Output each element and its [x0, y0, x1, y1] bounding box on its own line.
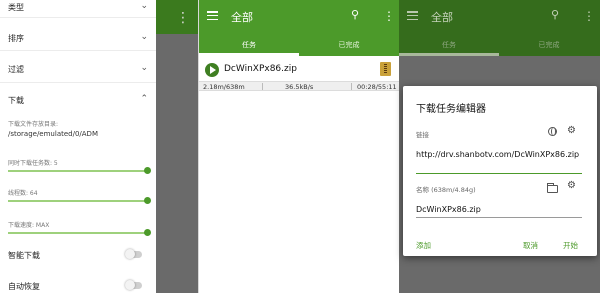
settings-sheet: 类型 ⌄ 排序 ⌄ 过滤 ⌄ 下载 ⌃ 下载文件存放目录: /storage/e…	[0, 0, 156, 293]
editor-panel: 全部 ⚲ ⋮ 任务 已完成 下载任务编辑器 链接 ⚙ http://drv.sh…	[399, 0, 600, 293]
divider	[0, 50, 156, 51]
cancel-button[interactable]: 取消	[523, 240, 538, 251]
url-input-underline	[416, 173, 582, 174]
task-filename: DcWinXPx86.zip	[224, 64, 297, 74]
divider	[351, 83, 352, 90]
chevron-down-icon: ⌄	[140, 63, 148, 73]
tab-indicator	[399, 53, 499, 56]
start-button[interactable]: 开始	[563, 240, 578, 251]
settings-item-download[interactable]: 下载 ⌃	[8, 94, 150, 106]
search-icon[interactable]: ⚲	[351, 8, 359, 21]
more-vert-icon: ⋮	[583, 9, 595, 23]
divider	[0, 82, 156, 83]
filename-input[interactable]: DcWinXPx86.zip	[416, 205, 582, 215]
download-speed-slider[interactable]	[8, 229, 151, 236]
settings-item-type[interactable]: 类型 ⌄	[8, 1, 150, 13]
slider-thumb[interactable]	[144, 197, 151, 204]
task-time: 00:28/55:11	[357, 83, 397, 91]
url-input[interactable]: http://drv.shanbotv.com/DcWinXPx86.zip	[416, 150, 582, 160]
toggle-thumb	[125, 249, 135, 259]
task-speed: 36.5kB/s	[285, 83, 314, 91]
divider	[262, 83, 263, 90]
slider-thumb[interactable]	[144, 167, 151, 174]
toggle-thumb	[125, 280, 135, 290]
globe-icon[interactable]	[548, 127, 557, 136]
menu-icon[interactable]	[207, 11, 218, 21]
name-label: 名称 (638m/4.84g)	[416, 186, 476, 194]
concurrent-tasks-slider[interactable]	[8, 167, 151, 174]
more-vert-icon: ⋮	[176, 10, 190, 26]
gear-icon[interactable]: ⚙	[567, 125, 576, 136]
folder-icon[interactable]	[547, 183, 558, 193]
threads-slider[interactable]	[8, 197, 151, 204]
play-icon[interactable]	[205, 63, 219, 77]
tab-tasks[interactable]: 任务	[199, 40, 299, 50]
task-progress-bar: 2.18m/638m 36.5kB/s 00:28/55:11	[199, 81, 400, 91]
zip-archive-icon	[380, 62, 391, 76]
chevron-down-icon: ⌄	[140, 32, 148, 42]
tab-tasks: 任务	[442, 41, 456, 49]
settings-item-label: 过滤	[8, 65, 24, 74]
page-title: 全部	[231, 11, 253, 24]
list-item[interactable]: DcWinXPx86.zip 2.18m/638m 36.5kB/s 00:28…	[199, 58, 400, 96]
download-dir-label: 下载文件存放目录:	[8, 121, 59, 128]
tab-indicator	[199, 53, 299, 56]
search-icon: ⚲	[551, 8, 560, 21]
download-editor-dialog: 下载任务编辑器 链接 ⚙ http://drv.shanbotv.com/DcW…	[403, 86, 597, 256]
smart-download-toggle[interactable]	[125, 249, 142, 259]
slider-thumb[interactable]	[144, 229, 151, 236]
gear-icon[interactable]: ⚙	[567, 180, 576, 191]
auto-resume-toggle[interactable]	[125, 280, 142, 290]
download-dir-value[interactable]: /storage/emulated/0/ADM	[8, 130, 98, 138]
auto-resume-label: 自动恢复	[8, 282, 40, 291]
chevron-down-icon: ⌄	[140, 1, 148, 11]
more-vert-icon[interactable]: ⋮	[383, 9, 395, 23]
settings-item-label: 类型	[8, 3, 24, 12]
settings-item-label: 下载	[8, 96, 24, 105]
settings-item-label: 排序	[8, 34, 24, 43]
add-button[interactable]: 添加	[416, 240, 431, 251]
menu-icon	[407, 11, 418, 21]
link-label: 链接	[416, 131, 429, 139]
download-speed-label: 下载速度: MAX	[8, 222, 50, 229]
task-downloaded: 2.18m/638m	[203, 83, 245, 91]
dialog-title: 下载任务编辑器	[416, 104, 486, 115]
settings-panel: ⋮ 类型 ⌄ 排序 ⌄ 过滤 ⌄ 下载 ⌃ 下载文件存放目录: /storage…	[0, 0, 198, 293]
page-title: 全部	[431, 11, 453, 24]
threads-label: 线程数: 64	[8, 190, 38, 197]
filename-input-underline	[416, 217, 582, 218]
tab-completed: 已完成	[538, 41, 560, 49]
chevron-up-icon: ⌃	[140, 94, 148, 104]
settings-item-sort[interactable]: 排序 ⌄	[8, 32, 150, 44]
divider	[0, 17, 156, 18]
app-bar: 全部 ⚲ ⋮ 任务 已完成	[199, 0, 400, 56]
task-list-panel: 全部 ⚲ ⋮ 任务 已完成 DcWinXPx86.zip 2.18m/638m …	[198, 0, 400, 293]
concurrent-tasks-label: 同时下载任务数: 5	[8, 160, 58, 167]
tab-completed[interactable]: 已完成	[299, 40, 399, 50]
settings-item-filter[interactable]: 过滤 ⌄	[8, 63, 150, 75]
smart-download-label: 智能下载	[8, 251, 40, 260]
dimmed-app-bar: 全部 ⚲ ⋮ 任务 已完成	[399, 0, 600, 56]
